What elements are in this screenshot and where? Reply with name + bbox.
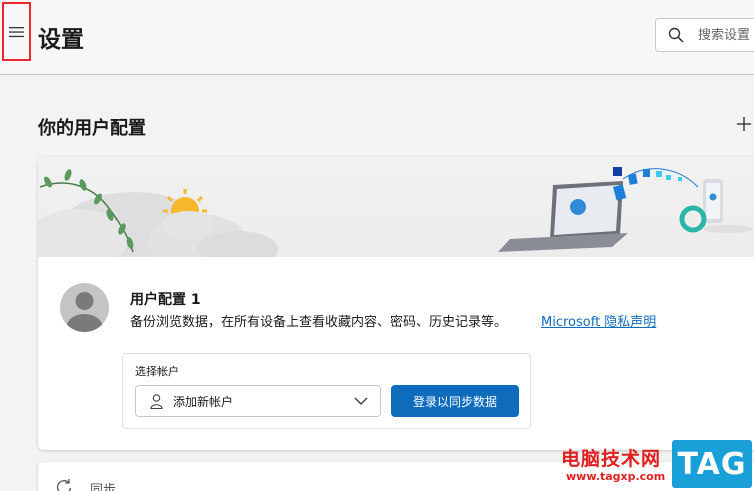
profile-banner <box>38 157 754 272</box>
chevron-down-icon <box>354 397 368 405</box>
person-avatar-icon <box>66 292 103 332</box>
profile-card: 用户配置 1 备份浏览数据，在所有设备上查看收藏内容、密码、历史记录等。 Mic… <box>38 157 754 450</box>
add-profile-button[interactable] <box>733 113 754 135</box>
avatar <box>60 283 109 332</box>
profile-name: 用户配置 1 <box>130 292 201 308</box>
privacy-statement-link[interactable]: Microsoft 隐私声明 <box>541 311 656 330</box>
search-input[interactable] <box>698 27 754 43</box>
sync-icon <box>56 479 72 491</box>
sync-label: 同步 <box>90 483 117 491</box>
account-select-label: 选择帐户 <box>135 365 179 378</box>
menu-button[interactable] <box>2 2 31 61</box>
search-box[interactable] <box>655 18 754 52</box>
banner-illustration-icon <box>38 167 753 272</box>
person-icon <box>150 393 163 409</box>
profiles-section-title: 你的用户配置 <box>38 118 146 139</box>
top-bar: 设置 <box>0 0 754 75</box>
profile-description: 备份浏览数据，在所有设备上查看收藏内容、密码、历史记录等。 <box>130 315 508 330</box>
account-dropdown[interactable]: 添加新帐户 <box>135 385 381 417</box>
account-selection-panel: 选择帐户 添加新帐户 登录以同步数据 <box>122 353 531 429</box>
watermark-logo: TAG <box>672 440 752 488</box>
watermark-url: www.tagxp.com <box>566 470 666 483</box>
watermark-site-name: 电脑技术网 <box>561 448 662 470</box>
account-dropdown-value: 添加新帐户 <box>173 394 234 409</box>
sign-in-to-sync-button[interactable]: 登录以同步数据 <box>391 385 519 417</box>
plus-icon <box>737 117 751 131</box>
hamburger-icon <box>9 26 24 37</box>
search-icon <box>668 27 684 43</box>
page-title: 设置 <box>38 27 84 53</box>
